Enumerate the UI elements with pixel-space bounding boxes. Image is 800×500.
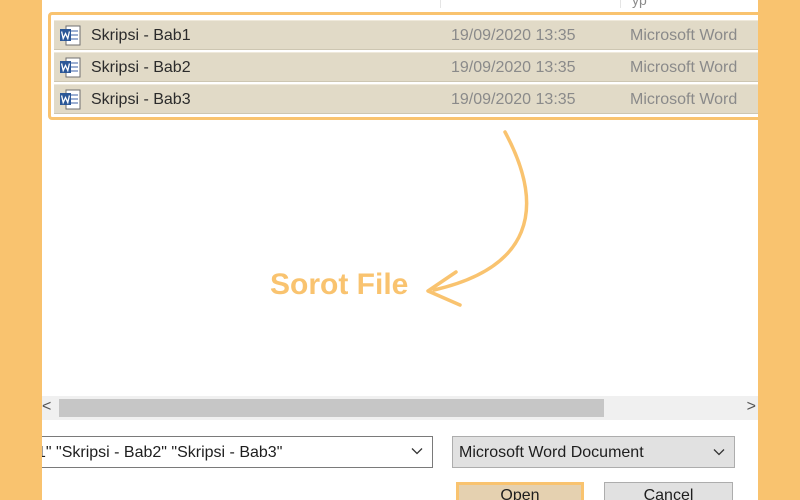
file-date: 19/09/2020 13:35 <box>451 59 576 76</box>
file-type: Microsoft Word <box>630 91 738 108</box>
file-name-input[interactable]: 1" "Skripsi - Bab2" "Skripsi - Bab3" <box>42 436 433 468</box>
word-document-icon <box>60 89 81 110</box>
file-open-dialog: yp Skripsi - Bab1 19/09/2020 13:35 Micro… <box>42 0 758 500</box>
file-date: 19/09/2020 13:35 <box>451 91 576 108</box>
file-name-value: 1" "Skripsi - Bab2" "Skripsi - Bab3" <box>42 444 283 461</box>
chevron-down-icon[interactable] <box>410 444 424 458</box>
annotation-label: Sorot File <box>270 268 409 301</box>
type-column-header[interactable]: yp <box>632 0 647 8</box>
column-separator-type[interactable] <box>620 0 621 8</box>
word-document-icon <box>60 57 81 78</box>
horizontal-scrollbar[interactable]: < > <box>42 396 758 420</box>
chevron-down-icon <box>713 449 725 456</box>
file-type-select[interactable]: Microsoft Word Document <box>452 436 735 468</box>
scrollbar-thumb[interactable] <box>59 399 604 417</box>
file-name: Skripsi - Bab1 <box>91 27 191 44</box>
scroll-right-arrow-icon[interactable]: > <box>742 398 756 418</box>
word-document-icon <box>60 25 81 46</box>
cancel-button[interactable]: Cancel <box>604 482 733 500</box>
file-type-value: Microsoft Word Document <box>459 444 644 461</box>
file-row-bab3[interactable]: Skripsi - Bab3 19/09/2020 13:35 Microsof… <box>54 84 758 114</box>
open-button[interactable]: Open <box>456 482 584 500</box>
file-type: Microsoft Word <box>630 59 738 76</box>
file-row-bab1[interactable]: Skripsi - Bab1 19/09/2020 13:35 Microsof… <box>54 20 758 50</box>
file-date: 19/09/2020 13:35 <box>451 27 576 44</box>
file-name: Skripsi - Bab2 <box>91 59 191 76</box>
file-type: Microsoft Word <box>630 27 738 44</box>
file-name: Skripsi - Bab3 <box>91 91 191 108</box>
scroll-left-arrow-icon[interactable]: < <box>42 398 56 418</box>
column-separator-date[interactable] <box>440 0 441 8</box>
file-row-bab2[interactable]: Skripsi - Bab2 19/09/2020 13:35 Microsof… <box>54 52 758 82</box>
